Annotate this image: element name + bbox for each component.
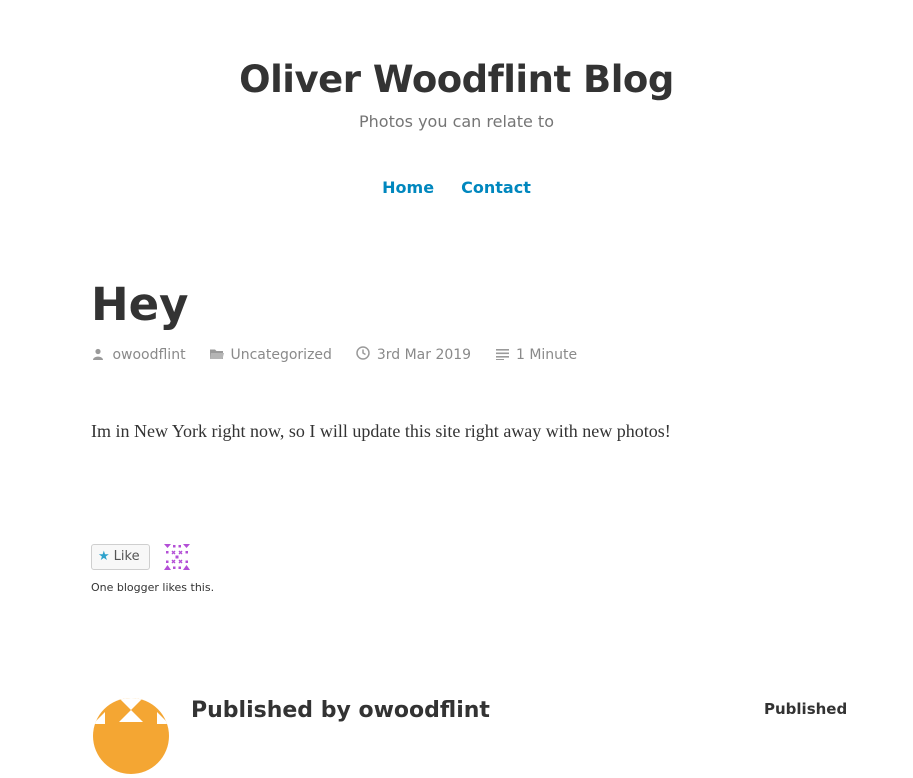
site-tagline: Photos you can relate to	[359, 112, 554, 131]
like-button[interactable]: ★ Like	[91, 544, 150, 570]
meta-date: 3rd Mar 2019	[356, 346, 471, 364]
author-byline-prefix: Published by	[191, 698, 351, 723]
user-icon	[92, 348, 106, 364]
clock-icon	[356, 346, 371, 364]
meta-reading-time-text: 1 Minute	[515, 347, 578, 363]
meta-category-link[interactable]: Uncategorized	[230, 347, 331, 363]
meta-date-link[interactable]: 3rd Mar 2019	[377, 347, 471, 363]
post-content: Im in New York right now, so I will upda…	[91, 421, 671, 441]
meta-author: owoodflint	[92, 347, 186, 364]
published-label: Published	[764, 700, 848, 718]
author-byline-name[interactable]: owoodflint	[358, 698, 489, 723]
meta-reading-time: 1 Minute	[495, 347, 578, 364]
site-title[interactable]: Oliver Woodflint Blog	[0, 58, 913, 101]
like-button-label: Like	[113, 549, 140, 564]
author-byline: Published by owoodflint	[191, 698, 490, 723]
post-meta: owoodflint Uncategorized 3rd Mar 2019 1 …	[92, 346, 597, 364]
author-avatar	[93, 698, 169, 774]
likes-summary: One blogger likes this.	[91, 581, 215, 594]
main-navigation: Home Contact	[0, 178, 913, 197]
post-title: Hey	[91, 278, 189, 331]
meta-author-link[interactable]: owoodflint	[112, 347, 185, 363]
liker-avatar[interactable]	[164, 544, 190, 570]
folder-icon	[210, 348, 225, 364]
meta-category: Uncategorized	[210, 347, 332, 364]
like-widget: ★ Like	[91, 544, 190, 570]
nav-item-contact[interactable]: Contact	[461, 178, 531, 197]
star-icon: ★	[98, 549, 110, 564]
nav-item-home[interactable]: Home	[382, 178, 434, 197]
lines-icon	[495, 348, 510, 364]
